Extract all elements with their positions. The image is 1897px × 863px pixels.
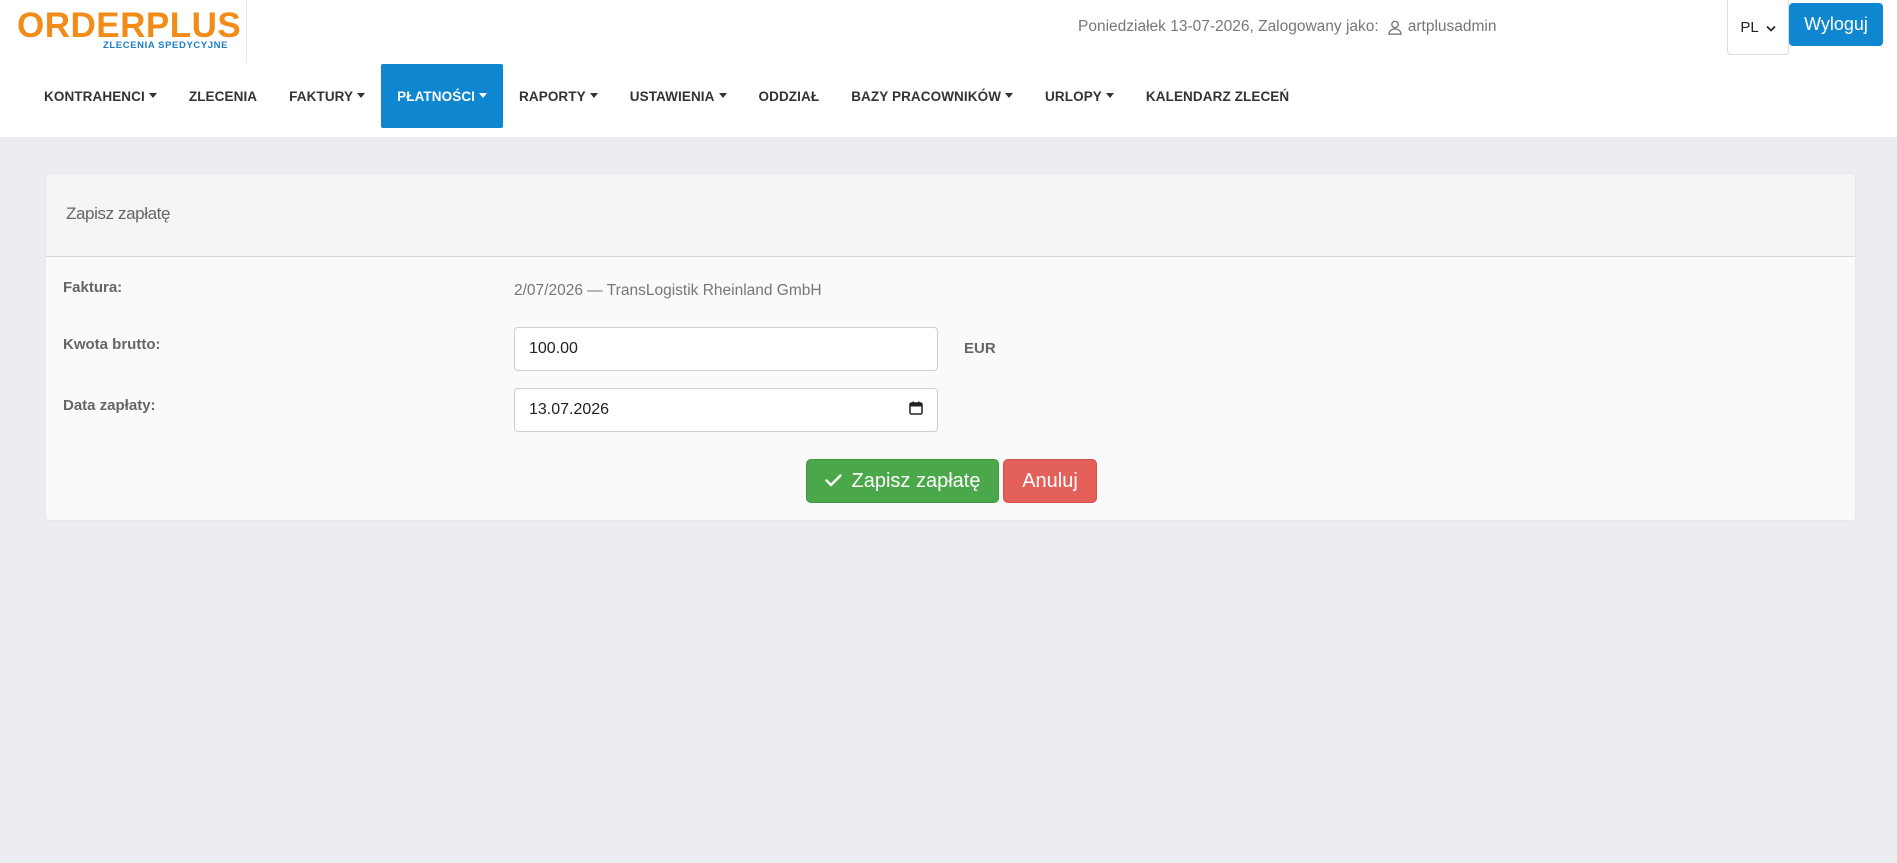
card-header: Zapisz zapłatę [46,174,1855,257]
chevron-down-icon [1766,19,1776,36]
cancel-button[interactable]: Anuluj [1003,459,1097,503]
logo-tagline: ZLECENIA SPEDYCYJNE [103,40,229,51]
language-select[interactable]: PL [1727,0,1789,55]
caret-down-icon [589,92,598,98]
nav-item-zlecenia[interactable]: ZLECENIA [173,64,273,128]
nav-label: BAZY PRACOWNIKÓW [851,88,1002,104]
page-title: Zapisz zapłatę [66,204,171,223]
nav-label: ZLECENIA [188,88,258,104]
caret-down-icon [148,92,157,98]
nav-label: RAPORTY [519,88,586,104]
amount-value: 100.00 [529,340,578,357]
save-label: Zapisz zapłatę [851,469,981,492]
nav-label: ODDZIAŁ [758,88,820,104]
main-nav: KONTRAHENCI ZLECENIA FAKTURY PŁATNOŚCI R… [28,64,1305,128]
logout-button[interactable]: Wyloguj [1789,3,1883,46]
nav-label: KONTRAHENCI [44,88,145,104]
nav-item-oddzial[interactable]: ODDZIAŁ [743,64,836,128]
nav-label: KALENDARZ ZLECEŃ [1145,88,1290,104]
caret-down-icon [357,92,366,98]
date-login-text: Poniedziałek 13-07-2026, Zalogowany jako… [1078,18,1379,35]
caret-down-icon [718,92,727,98]
username: artplusadmin [1407,18,1497,35]
date-label: Data zapłaty: [63,397,156,414]
calendar-icon[interactable] [909,401,923,420]
payment-form-card: Zapisz zapłatę Faktura: 2/07/2026 — Tran… [45,173,1856,521]
language-value: PL [1740,18,1759,36]
nav-item-platnosci[interactable]: PŁATNOŚCI [381,64,504,128]
nav-label: FAKTURY [289,88,354,104]
payment-date-input[interactable]: 13.07.2026 [514,388,938,432]
check-icon [824,470,842,493]
nav-item-bazy-pracownikow[interactable]: BAZY PRACOWNIKÓW [835,64,1029,128]
caret-down-icon [479,92,488,98]
top-header: ORDERPLUS ZLECENIA SPEDYCYJNE Poniedział… [0,0,1897,137]
nav-item-ustawienia[interactable]: USTAWIENIA [614,64,743,128]
nav-item-raporty[interactable]: RAPORTY [503,64,614,128]
user-info: Poniedziałek 13-07-2026, Zalogowany jako… [1078,16,1496,38]
currency-label: EUR [964,340,996,357]
save-payment-button[interactable]: Zapisz zapłatę [806,459,999,503]
nav-item-urlopy[interactable]: URLOPY [1029,64,1130,128]
nav-item-kontrahenci[interactable]: KONTRAHENCI [28,64,173,128]
invoice-value: 2/07/2026 — TransLogistik Rheinland GmbH [514,282,822,299]
amount-input[interactable]: 100.00 [514,327,938,371]
nav-item-faktury[interactable]: FAKTURY [273,64,381,128]
nav-label: URLOPY [1045,88,1102,104]
invoice-label: Faktura: [63,279,123,296]
user-icon [1388,20,1402,35]
orderplus-logo[interactable]: ORDERPLUS ZLECENIA SPEDYCYJNE [17,6,246,62]
nav-label: USTAWIENIA [629,88,715,104]
caret-down-icon [1005,92,1014,98]
amount-label: Kwota brutto: [63,336,161,353]
date-value: 13.07.2026 [529,401,610,418]
nav-label: PŁATNOŚCI [397,88,476,104]
logo-divider [246,0,247,62]
caret-down-icon [1105,92,1114,98]
nav-item-kalendarz-zlecen[interactable]: KALENDARZ ZLECEŃ [1130,64,1305,128]
